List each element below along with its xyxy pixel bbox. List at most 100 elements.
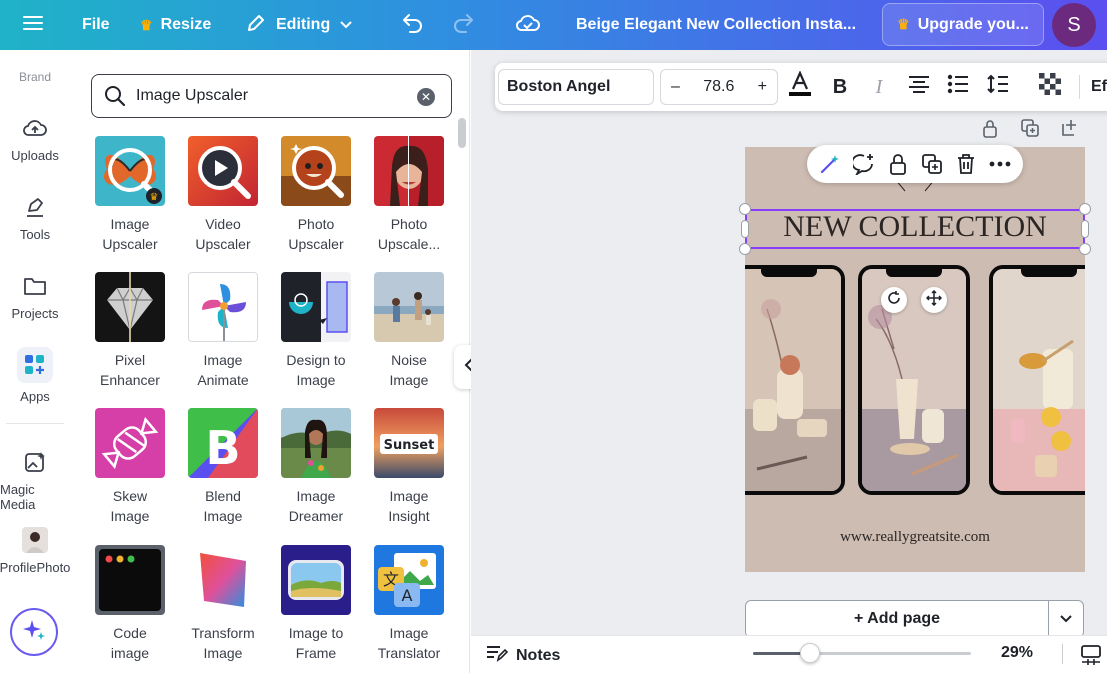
move-button[interactable] [921,287,947,313]
svg-text:A: A [402,586,413,605]
magic-media-icon [21,448,49,476]
resize-handle-left[interactable] [741,220,749,238]
resize-handle-bottom-right[interactable] [1079,243,1091,255]
rail-item-apps[interactable]: Apps [0,347,70,404]
menu-button[interactable] [18,0,48,50]
list-button[interactable] [944,73,972,101]
notes-button[interactable]: Notes [486,644,560,667]
app-pixel-enhancer[interactable]: Pixel Enhancer [88,272,172,390]
spacing-button[interactable] [984,73,1012,101]
grid-view-button[interactable] [1080,644,1102,666]
font-size-increase[interactable]: + [758,78,767,96]
panel-scrollbar[interactable] [458,118,466,148]
font-size-value[interactable]: 78.6 [703,78,734,96]
bold-icon: B [832,75,848,98]
clear-search-icon[interactable]: ✕ [417,88,435,106]
side-rail: Brand Uploads Tools Projects Apps Magic … [0,50,70,673]
design-to-image-thumbnail [281,272,351,342]
rail-item-uploads[interactable]: Uploads [0,114,70,163]
editing-label: Editing [276,16,331,33]
rail-item-projects[interactable]: Projects [0,272,70,321]
design-website-text[interactable]: www.reallygreatsite.com [745,529,1085,546]
rail-item-tools[interactable]: Tools [0,193,70,242]
rail-item-magic-media[interactable]: Magic Media [0,448,70,512]
resize-handle-bottom-left[interactable] [739,243,751,255]
font-size-stepper[interactable]: – 78.6 + [660,69,778,105]
rail-item-profile-photo[interactable]: ProfilePhoto [0,526,70,575]
italic-button[interactable]: I [865,73,893,101]
lock-icon[interactable] [885,151,911,177]
document-title[interactable]: Beige Elegant New Collection Insta... [576,0,856,50]
app-noise-image[interactable]: Noise Image [367,272,451,390]
app-transform-image[interactable]: Transform Image [181,545,265,663]
app-image-insight[interactable]: Sunset Image Insight [367,408,451,526]
magic-edit-icon[interactable] [817,151,843,177]
profile-photo-thumbnail [21,526,49,554]
comment-add-icon[interactable] [851,151,877,177]
resize-handle-top-right[interactable] [1079,203,1091,215]
align-center-icon [908,75,930,99]
editing-mode-button[interactable]: Editing [246,0,352,50]
app-video-upscaler[interactable]: Video Upscaler [181,136,265,254]
text-color-button[interactable] [786,70,814,101]
app-blend-image[interactable]: B Blend Image [181,408,265,526]
sparkle-icon [22,618,46,647]
resize-handle-top-left[interactable] [739,203,751,215]
transparency-button[interactable] [1036,73,1064,101]
upgrade-button[interactable]: ♛ Upgrade you... [882,3,1044,46]
save-status-button[interactable] [515,0,541,50]
resize-handle-right[interactable] [1081,220,1089,238]
element-context-toolbar [807,145,1023,183]
rotate-button[interactable] [881,287,907,313]
zoom-slider-knob[interactable] [800,643,820,663]
search-box[interactable]: ✕ [91,74,452,118]
effects-button[interactable]: Ef [1091,73,1107,101]
trash-icon[interactable] [953,151,979,177]
align-button[interactable] [905,73,933,101]
font-family-select[interactable]: Boston Angel [498,69,654,105]
duplicate-icon[interactable] [919,151,945,177]
bold-button[interactable]: B [826,73,854,101]
user-avatar[interactable]: S [1052,3,1096,47]
add-page-icon[interactable] [1060,118,1080,138]
app-photo-upscale-2[interactable]: Photo Upscale... [367,136,451,254]
undo-button[interactable] [400,0,424,50]
phone-mockup-left[interactable] [745,265,845,495]
font-size-decrease[interactable]: – [671,78,680,96]
app-skew-image[interactable]: Skew Image [88,408,172,526]
app-image-dreamer[interactable]: Image Dreamer [274,408,358,526]
beach-family-thumbnail [374,272,444,342]
file-menu-button[interactable]: File [82,0,110,50]
duplicate-page-icon[interactable] [1020,118,1040,138]
phone-notch [761,269,817,277]
transform-thumbnail [188,545,258,615]
app-image-upscaler[interactable]: ♛ Image Upscaler [88,136,172,254]
frame-thumbnail [281,545,351,615]
crown-icon: ♛ [140,16,153,33]
app-image-animate[interactable]: Image Animate [181,272,265,390]
grid-view-icon [1080,645,1102,670]
phone-mockup-right[interactable] [989,265,1085,495]
app-image-to-frame[interactable]: Image to Frame [274,545,358,663]
app-image-translator[interactable]: 文A Image Translator [367,545,451,663]
resize-button[interactable]: ♛ Resize [140,0,211,50]
text-toolbar: Boston Angel – 78.6 + B I Ef [495,63,1107,111]
app-code-image[interactable]: Code image [88,545,172,663]
crown-icon: ♛ [897,16,910,32]
zoom-value[interactable]: 29% [1001,644,1033,662]
app-photo-upscaler[interactable]: Photo Upscaler [274,136,358,254]
phone-mockup-center[interactable] [858,265,970,495]
magic-assistant-button[interactable] [10,608,58,656]
redo-button[interactable] [452,0,476,50]
more-options-icon[interactable] [987,151,1013,177]
lock-page-icon[interactable] [980,118,1000,138]
search-input[interactable] [136,87,406,105]
app-design-to-image[interactable]: Design to Image [274,272,358,390]
rail-item-brand[interactable]: Brand [0,70,70,84]
rail-divider [6,423,64,424]
text-selection-box[interactable] [745,209,1085,249]
zoom-slider[interactable] [753,643,971,663]
add-page-button[interactable]: + Add page [745,600,1049,638]
add-page-options-button[interactable] [1048,600,1084,638]
cloud-check-icon [515,13,541,38]
